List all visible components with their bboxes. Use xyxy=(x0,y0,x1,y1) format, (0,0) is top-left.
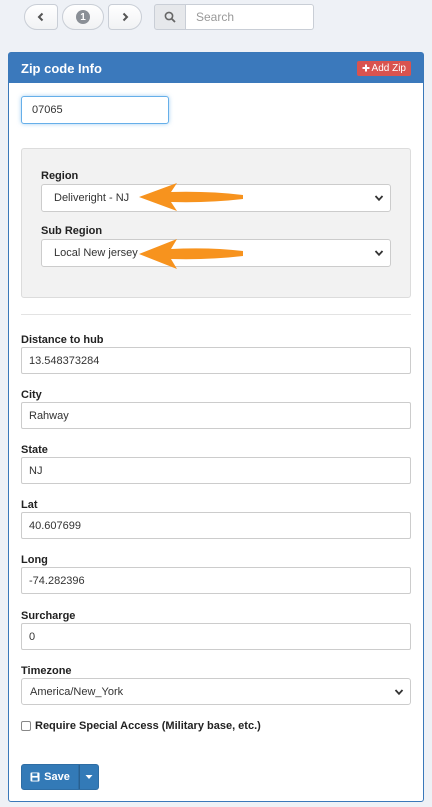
region-label: Region xyxy=(41,170,79,182)
distance-to-hub-label: Distance to hub xyxy=(21,334,104,346)
chevron-down-icon xyxy=(374,250,384,257)
special-access-label: Require Special Access (Military base, e… xyxy=(35,720,261,732)
save-options-dropdown[interactable] xyxy=(79,764,99,790)
search-bar xyxy=(154,4,314,30)
floppy-disk-icon xyxy=(30,772,40,782)
add-zip-button[interactable]: Add Zip xyxy=(356,60,411,76)
search-icon xyxy=(164,11,176,23)
city-input[interactable] xyxy=(21,402,411,429)
surcharge-input[interactable] xyxy=(21,623,411,650)
pager: 1 xyxy=(24,4,142,30)
long-input[interactable] xyxy=(21,567,411,594)
annotation-arrow xyxy=(139,239,243,269)
special-access-checkbox[interactable] xyxy=(21,721,31,731)
timezone-selected-value: America/New_York xyxy=(30,685,124,698)
lat-label: Lat xyxy=(21,499,38,511)
search-input[interactable] xyxy=(186,4,314,30)
chevron-right-icon xyxy=(122,12,129,22)
region-selected-value: Deliveright - NJ xyxy=(54,192,130,204)
divider xyxy=(21,314,411,315)
panel-title: Zip code Info xyxy=(21,60,102,76)
zip-code-info-panel: Zip code Info Add Zip Region Deliveright… xyxy=(8,52,424,802)
long-label: Long xyxy=(21,554,48,566)
sub-region-label: Sub Region xyxy=(41,225,103,237)
chevron-left-icon xyxy=(37,12,44,22)
state-label: State xyxy=(21,444,48,456)
plus-icon xyxy=(362,64,370,72)
save-label: Save xyxy=(44,771,70,783)
zip-code-input[interactable] xyxy=(21,96,169,124)
surcharge-label: Surcharge xyxy=(21,610,76,622)
chevron-down-icon xyxy=(394,689,404,696)
annotation-arrow xyxy=(139,183,243,211)
save-button-group: Save xyxy=(21,764,99,790)
distance-to-hub-input[interactable] xyxy=(21,347,411,374)
timezone-label: Timezone xyxy=(21,665,72,677)
add-zip-label: Add Zip xyxy=(371,62,406,74)
special-access-row: Require Special Access (Military base, e… xyxy=(21,720,261,732)
timezone-select[interactable]: America/New_York xyxy=(21,678,411,705)
lat-input[interactable] xyxy=(21,512,411,539)
page-number-badge: 1 xyxy=(76,10,90,24)
region-group: Region Deliveright - NJ Sub Region Local… xyxy=(21,148,411,298)
chevron-down-icon xyxy=(374,195,384,202)
state-input[interactable] xyxy=(21,457,411,484)
search-button[interactable] xyxy=(154,4,186,30)
sub-region-selected-value: Local New jersey xyxy=(54,247,138,259)
next-page-button[interactable] xyxy=(108,4,142,30)
current-page-button[interactable]: 1 xyxy=(62,4,104,30)
caret-down-icon xyxy=(85,775,93,779)
previous-page-button[interactable] xyxy=(24,4,58,30)
save-button[interactable]: Save xyxy=(21,764,79,790)
city-label: City xyxy=(21,389,42,401)
panel-header: Zip code Info Add Zip xyxy=(9,53,423,83)
